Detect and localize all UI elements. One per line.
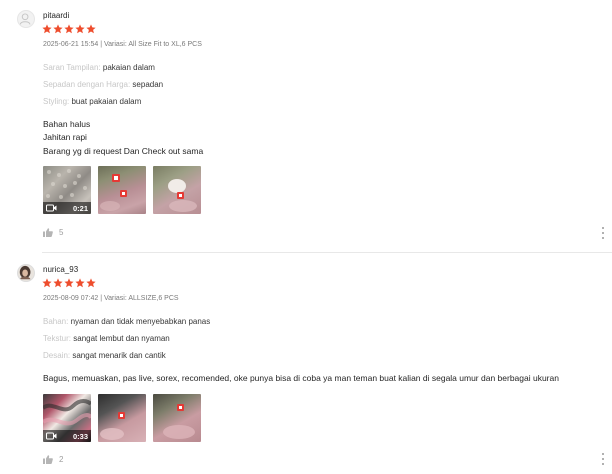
star-icon (64, 24, 74, 34)
rating-stars (42, 278, 96, 288)
review-attribute: Saran Tampilan: pakaian dalam (43, 63, 155, 72)
attribute-label: Styling: (43, 97, 70, 106)
review-meta: 2025-08-09 07:42 | Variasi: ALLSIZE,6 PC… (43, 295, 179, 302)
star-icon (75, 278, 85, 288)
review-text: Bagus, memuaskan, pas live, sorex, recom… (43, 373, 559, 383)
product-photo-image (168, 179, 197, 212)
more-dot (602, 453, 604, 455)
review-item: nurica_93 2025-08-09 07:42 | Variasi: AL… (0, 253, 612, 474)
review-attribute: Bahan: nyaman dan tidak menyebabkan pana… (43, 317, 210, 326)
star-icon (53, 278, 63, 288)
more-options-button[interactable] (601, 227, 605, 239)
product-photo-image (163, 404, 195, 439)
like-button[interactable]: 5 (43, 228, 63, 237)
review-media: 0:33 (43, 394, 201, 442)
more-dot (602, 232, 604, 234)
review-media: 0:21 (43, 166, 201, 214)
review-author: nurica_93 (43, 265, 79, 274)
review-photo-thumbnail[interactable] (153, 166, 201, 214)
star-icon (86, 24, 96, 34)
review-author: pitaardi (43, 11, 70, 20)
more-dot (602, 463, 604, 465)
thumbs-up-icon (43, 455, 53, 464)
star-icon (86, 278, 96, 288)
attribute-label: Sepadan dengan Harga: (43, 80, 131, 89)
default-avatar-icon (19, 13, 31, 25)
review-attribute: Tekstur: sangat lembut dan nyaman (43, 334, 170, 343)
like-count: 5 (59, 228, 64, 237)
attribute-value: sangat lembut dan nyaman (73, 334, 170, 343)
attribute-value: sangat menarik dan cantik (72, 351, 166, 360)
review-photo-thumbnail[interactable] (153, 394, 201, 442)
attribute-value: nyaman dan tidak menyebabkan panas (70, 317, 211, 326)
thumbs-up-icon (43, 228, 53, 237)
video-duration: 0:21 (72, 203, 88, 213)
review-meta: 2025-06-21 15:54 | Variasi: All Size Fit… (43, 41, 202, 48)
video-duration: 0:33 (72, 431, 88, 441)
product-photo-image (100, 412, 125, 440)
star-icon (42, 278, 52, 288)
attribute-label: Saran Tampilan: (43, 63, 101, 72)
attribute-label: Tekstur: (43, 334, 72, 343)
review-photo-thumbnail[interactable] (98, 166, 146, 214)
review-item: pitaardi 2025-06-21 15:54 | Variasi: All… (0, 0, 612, 252)
review-video-thumbnail[interactable]: 0:33 (43, 394, 91, 442)
like-button[interactable]: 2 (43, 455, 63, 464)
review-text: Bahan halus (43, 119, 91, 129)
attribute-label: Desain: (43, 351, 71, 360)
review-text: Jahitan rapi (43, 132, 87, 142)
avatar[interactable] (17, 10, 35, 28)
more-dot (602, 458, 604, 460)
review-attribute: Styling: buat pakaian dalam (43, 97, 141, 106)
more-dot (602, 227, 604, 229)
product-photo-image (100, 174, 127, 211)
review-attribute: Desain: sangat menarik dan cantik (43, 351, 166, 360)
review-video-thumbnail[interactable]: 0:21 (43, 166, 91, 214)
video-duration-bar: 0:21 (43, 202, 91, 214)
review-text: Barang yg di request Dan Check out sama (43, 146, 204, 156)
more-options-button[interactable] (601, 453, 605, 465)
attribute-label: Bahan: (43, 317, 69, 326)
star-icon (53, 24, 63, 34)
rating-stars (42, 24, 96, 34)
attribute-value: buat pakaian dalam (71, 97, 142, 106)
review-photo-thumbnail[interactable] (98, 394, 146, 442)
review-attribute: Sepadan dengan Harga: sepadan (43, 80, 163, 89)
like-count: 2 (59, 455, 64, 464)
attribute-value: sepadan (132, 80, 164, 89)
attribute-value: pakaian dalam (102, 63, 155, 72)
user-photo-icon (19, 265, 31, 280)
star-icon (75, 24, 85, 34)
video-camera-icon (46, 432, 57, 440)
star-icon (64, 278, 74, 288)
star-icon (42, 24, 52, 34)
more-dot (602, 237, 604, 239)
video-camera-icon (46, 204, 57, 212)
avatar[interactable] (17, 264, 35, 282)
video-duration-bar: 0:33 (43, 430, 91, 442)
